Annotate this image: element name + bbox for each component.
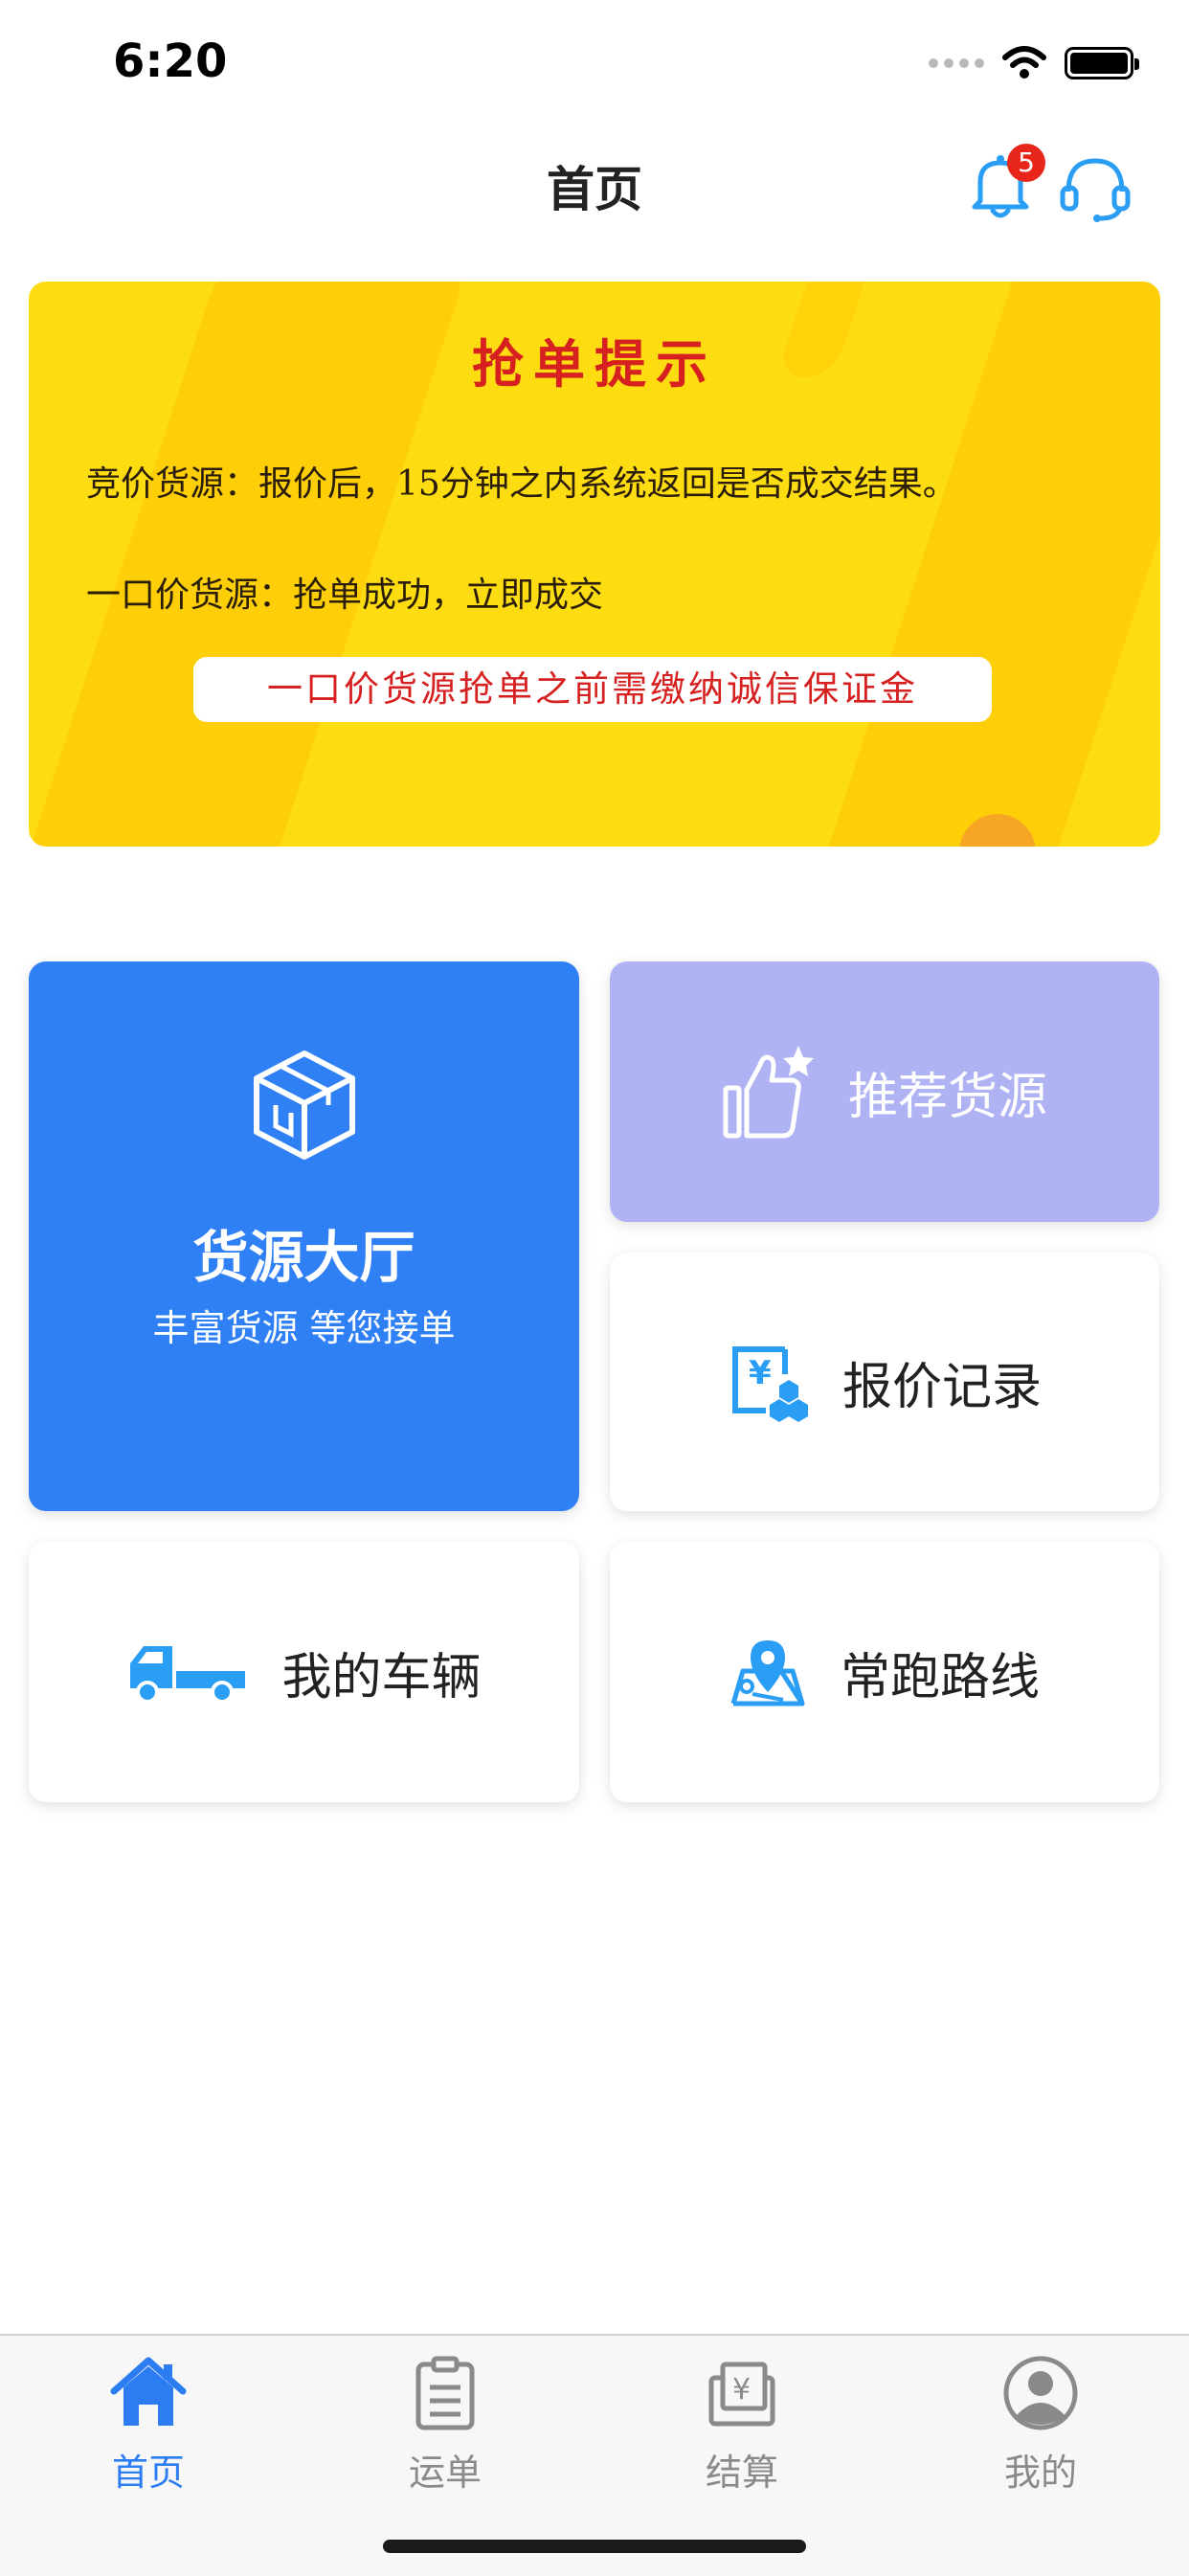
thumbs-up-star-icon — [723, 1046, 814, 1139]
quote-records-card[interactable]: ¥ 报价记录 — [610, 1253, 1159, 1511]
frequent-routes-label: 常跑路线 — [840, 1648, 1040, 1706]
recommended-cargo-card[interactable]: 推荐货源 — [610, 961, 1159, 1222]
tab-settlement[interactable]: ¥ 结算 — [646, 2336, 838, 2498]
svg-text:¥: ¥ — [732, 2373, 751, 2407]
notification-badge: 5 — [1007, 144, 1045, 182]
svg-text:¥: ¥ — [749, 1354, 772, 1392]
promo-banner[interactable]: 抢单提示 竞价货源：报价后，15分钟之内系统返回是否成交结果。 一口价货源：抢单… — [29, 282, 1160, 847]
quote-record-icon: ¥ — [731, 1346, 808, 1422]
recommended-cargo-label: 推荐货源 — [847, 1068, 1047, 1126]
my-vehicles-label: 我的车辆 — [281, 1648, 482, 1706]
cargo-hall-title: 货源大厅 — [192, 1225, 415, 1290]
status-time: 6:20 — [113, 34, 228, 88]
status-bar: 6:20 — [0, 0, 1189, 124]
tab-waybill[interactable]: 运单 — [349, 2336, 541, 2498]
nav-bar: 首页 — [0, 124, 1189, 254]
banner-title: 抢单提示 — [472, 333, 717, 395]
home-icon — [110, 2357, 187, 2426]
wifi-icon — [1002, 46, 1046, 79]
customer-service-icon[interactable] — [1059, 153, 1132, 224]
signal-icon — [929, 58, 984, 68]
status-icons — [929, 42, 1139, 84]
cargo-hall-subtitle: 丰富货源 等您接单 — [152, 1307, 456, 1349]
tab-home[interactable]: 首页 — [53, 2336, 244, 2498]
truck-icon — [130, 1646, 246, 1704]
cargo-hall-card[interactable]: 货源大厅 丰富货源 等您接单 — [29, 961, 579, 1511]
map-pin-icon — [730, 1640, 805, 1706]
home-indicator — [383, 2540, 806, 2553]
tab-home-label: 首页 — [111, 2452, 185, 2494]
tab-profile-label: 我的 — [1003, 2452, 1077, 2494]
banner-deposit-notice: 一口价货源抢单之前需缴纳诚信保证金 — [193, 657, 992, 722]
battery-icon — [1065, 47, 1139, 79]
box-icon — [254, 1051, 355, 1160]
frequent-routes-card[interactable]: 常跑路线 — [610, 1542, 1159, 1802]
quote-records-label: 报价记录 — [841, 1358, 1042, 1416]
banner-text-fixed-price: 一口价货源：抢单成功，立即成交 — [86, 576, 604, 615]
tab-waybill-label: 运单 — [408, 2452, 482, 2494]
clipboard-icon — [415, 2356, 475, 2430]
tab-profile[interactable]: 我的 — [945, 2336, 1136, 2498]
tab-settlement-label: 结算 — [705, 2452, 778, 2494]
banner-text-bidding: 竞价货源：报价后，15分钟之内系统返回是否成交结果。 — [86, 464, 957, 504]
settlement-icon: ¥ — [708, 2361, 775, 2427]
profile-icon — [1003, 2356, 1078, 2430]
my-vehicles-card[interactable]: 我的车辆 — [29, 1542, 579, 1802]
